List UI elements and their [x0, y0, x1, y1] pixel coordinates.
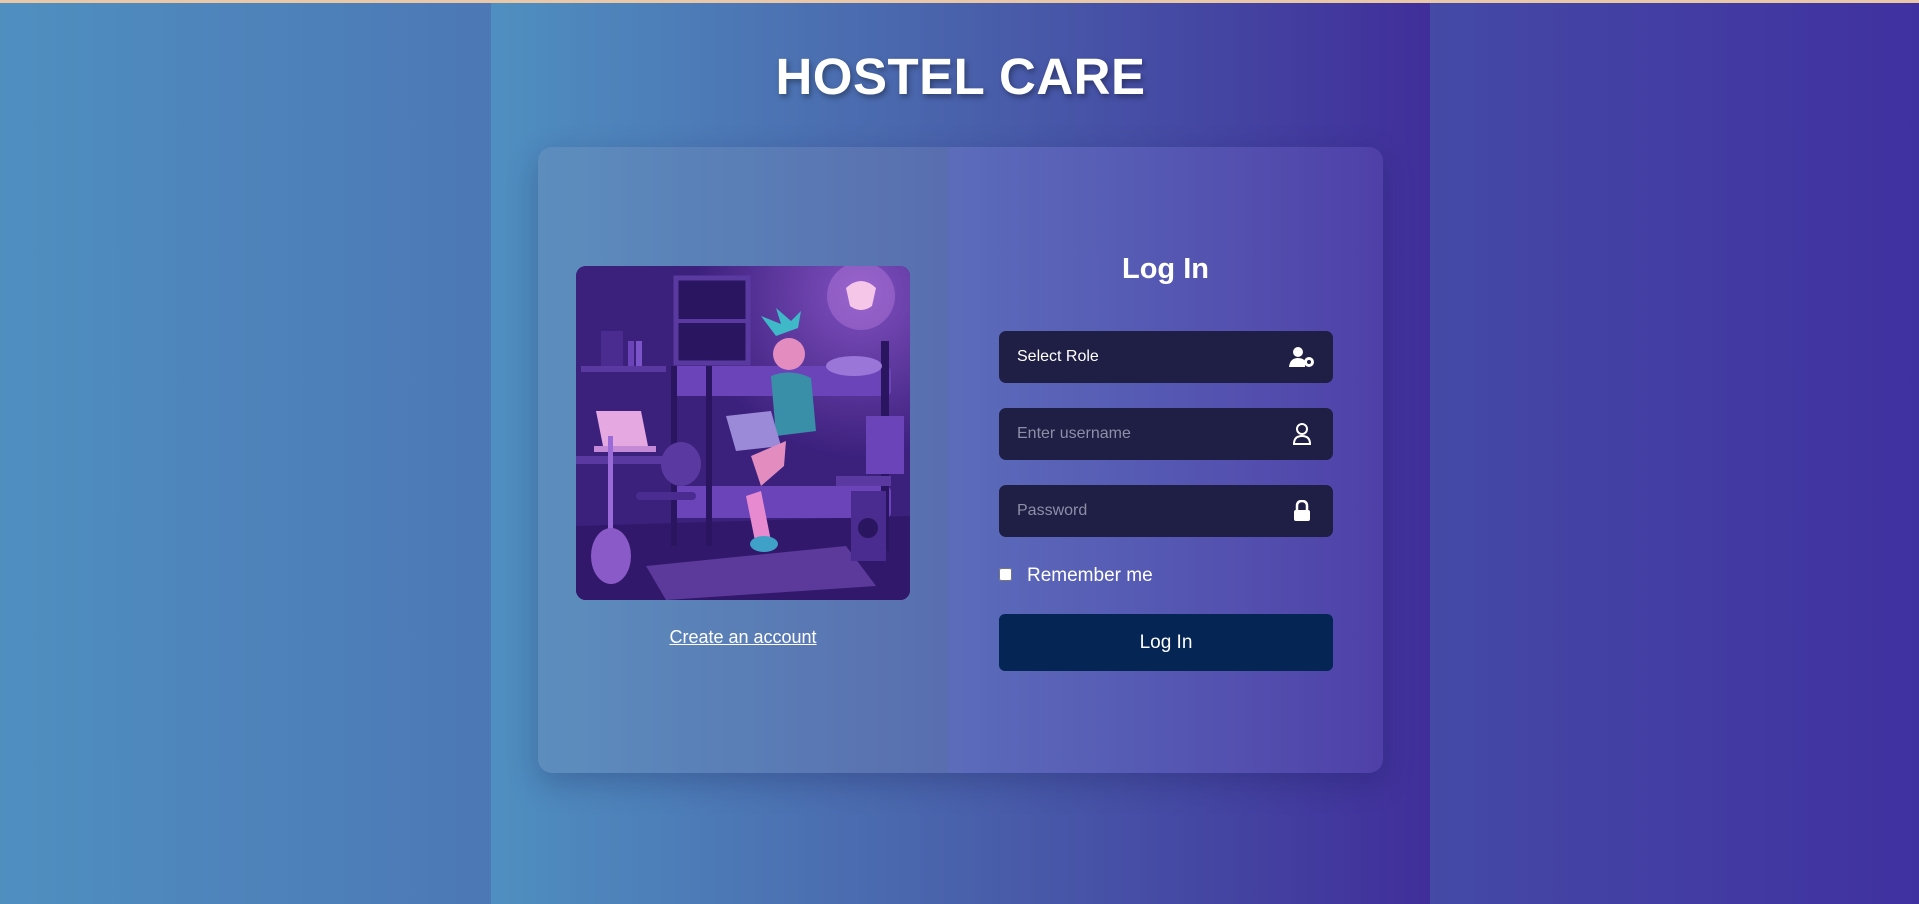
username-input[interactable] — [1017, 425, 1289, 443]
username-field[interactable] — [999, 408, 1333, 460]
card-left-panel: Create an account — [538, 147, 948, 773]
remember-me[interactable]: Remember me — [999, 565, 1153, 587]
app-title: HOSTEL CARE — [775, 48, 1146, 105]
remember-me-label: Remember me — [1027, 565, 1153, 586]
lock-icon — [1289, 498, 1315, 524]
role-select-value: Select Role — [1017, 348, 1099, 365]
user-cog-icon — [1289, 344, 1315, 370]
login-heading: Log In — [1122, 253, 1209, 285]
login-card: Create an account Log In Select Role Ent… — [538, 147, 1383, 773]
password-field[interactable] — [999, 485, 1333, 537]
card-right-panel: Log In Select Role Enter username Rememb… — [948, 147, 1383, 773]
user-icon — [1289, 421, 1315, 447]
role-select[interactable]: Select Role — [999, 331, 1333, 383]
dorm-illustration — [576, 266, 910, 600]
password-input[interactable] — [1017, 502, 1289, 520]
login-button[interactable]: Log In — [999, 614, 1333, 671]
page-container: HOSTEL CARE Create an account Log In Sel… — [491, 3, 1430, 904]
create-account-link[interactable]: Create an account — [538, 627, 948, 648]
remember-me-checkbox[interactable] — [999, 567, 1012, 581]
